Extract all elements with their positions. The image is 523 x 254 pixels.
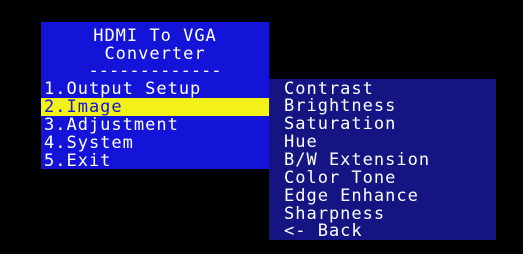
menu-item-image[interactable]: 2.Image <box>41 98 269 116</box>
submenu-item-back[interactable]: <- Back <box>284 222 363 240</box>
menu-divider: ------------- <box>88 61 222 81</box>
submenu-item-color-tone[interactable]: Color Tone <box>284 169 396 187</box>
menu-item-output-setup[interactable]: 1.Output Setup <box>41 80 269 98</box>
submenu-item-brightness[interactable]: Brightness <box>284 97 396 115</box>
submenu-item-edge-enhance[interactable]: Edge Enhance <box>284 187 419 205</box>
menu-item-adjustment[interactable]: 3.Adjustment <box>41 116 269 134</box>
menu-title-line-1: HDMI To VGA <box>93 26 217 46</box>
submenu-item-hue[interactable]: Hue <box>284 133 318 151</box>
main-menu-panel: HDMI To VGA Converter ------------- 1.Ou… <box>41 22 269 170</box>
submenu-item-bw-extension[interactable]: B/W Extension <box>284 151 430 169</box>
menu-item-exit[interactable]: 5.Exit <box>41 152 269 170</box>
menu-item-system[interactable]: 4.System <box>41 134 269 152</box>
osd-screen: HDMI To VGA Converter ------------- 1.Ou… <box>0 0 523 254</box>
submenu-item-saturation[interactable]: Saturation <box>284 115 396 133</box>
image-submenu-panel: Contrast Brightness Saturation Hue B/W E… <box>269 79 496 240</box>
